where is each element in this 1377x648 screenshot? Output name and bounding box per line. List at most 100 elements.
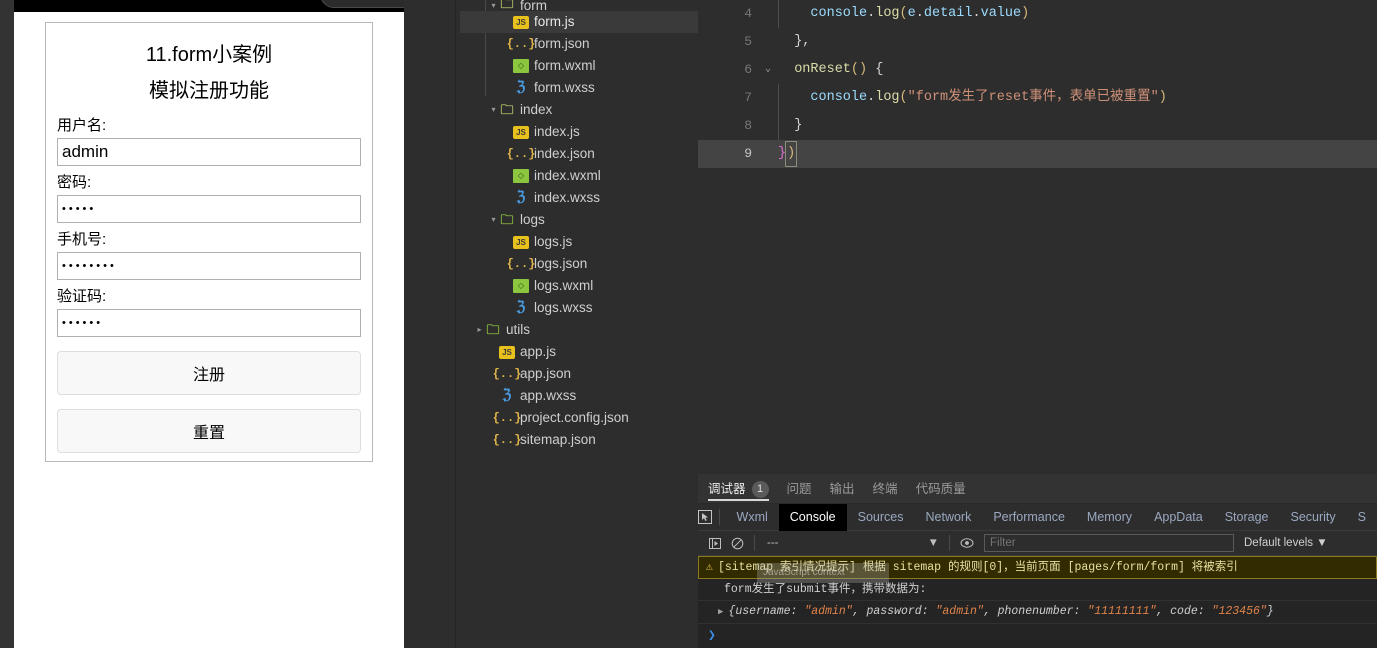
mini-program-page: 11.form小案例 模拟注册功能 用户名: 密码: 手机号: 验证码: 注册 重置 [14, 12, 404, 648]
devtools-tab-storage[interactable]: Storage [1214, 504, 1280, 531]
tree-item-form[interactable]: ▾ 🗀 form [460, 0, 698, 12]
code-token: e [907, 6, 916, 21]
live-expression-icon[interactable] [956, 532, 978, 554]
console-filter-input[interactable] [984, 534, 1234, 552]
expand-arrow-icon[interactable]: ▶ [718, 607, 723, 617]
devtools-tab-appdata[interactable]: AppData [1143, 504, 1214, 531]
tree-item-index[interactable]: ▾ 🗀 index [460, 99, 698, 121]
tree-item-form-js[interactable]: JS form.js [460, 11, 698, 33]
tree-item-logs-json[interactable]: {..} logs.json [460, 253, 698, 275]
devtools-tab-performance[interactable]: Performance [982, 504, 1076, 531]
field-input-phonenumber[interactable] [57, 252, 361, 280]
field-label-password: 密码: [57, 174, 92, 191]
devtools-top-tab-label: 调试器 [708, 481, 746, 496]
code-token: log [875, 6, 900, 21]
execute-icon[interactable] [704, 532, 726, 554]
tree-item-label: index [520, 102, 553, 117]
log-levels-selector[interactable]: Default levels ▼ [1244, 537, 1328, 549]
code-line-4[interactable]: 4 console.log(e.detail.value) [698, 0, 1377, 28]
tree-item-logs-wxss[interactable]: ℨlogs.wxss [460, 297, 698, 319]
tree-item-form-wxss[interactable]: ℨform.wxss [460, 77, 698, 99]
tree-item-label: logs.json [534, 256, 588, 271]
tree-item-form-json[interactable]: {..} form.json [460, 33, 698, 55]
tree-item-app-wxss[interactable]: ℨapp.wxss [460, 385, 698, 407]
chevron-right-icon[interactable]: ▸ [474, 319, 485, 341]
devtools-tab-wxml[interactable]: Wxml [726, 504, 779, 531]
console-warning-row[interactable]: ⚠ [sitemap 索引情况提示] 根据 sitemap 的规则[0]，当前页面… [698, 556, 1377, 579]
devtools-tab-sources[interactable]: Sources [847, 504, 915, 531]
code-line-8[interactable]: 8 } [698, 112, 1377, 140]
context-selector[interactable]: --- ▼ [767, 537, 943, 549]
tree-item-label: form.json [534, 36, 590, 51]
code-token: . [972, 6, 981, 21]
reset-button[interactable]: 重置 [57, 409, 361, 453]
devtools-top-tab-label: 终端 [872, 481, 898, 496]
field-input-code[interactable] [57, 309, 361, 337]
field-input-password[interactable] [57, 195, 361, 223]
json-file-icon: {..} [506, 147, 536, 161]
console-object-part: "admin" [935, 605, 984, 618]
form-title-line2: 模拟注册功能 [149, 80, 269, 102]
console-prompt[interactable]: ❯ [698, 624, 1377, 648]
console-object-row[interactable]: ▶ {username: "admin", password: "admin", … [698, 601, 1377, 624]
devtools-tab-network[interactable]: Network [915, 504, 983, 531]
devtools-tab-security[interactable]: Security [1280, 504, 1347, 531]
chevron-down-icon[interactable]: ▾ [488, 209, 499, 231]
devtools-top-tab-2[interactable]: 输出 [830, 474, 855, 504]
console-object-prefix: {username: [728, 605, 805, 618]
submit-button[interactable]: 注册 [57, 351, 361, 395]
devtools-top-tab-1[interactable]: 问题 [787, 474, 812, 504]
inspect-element-icon[interactable] [698, 504, 713, 531]
code-text: console.log(e.detail.value) [778, 0, 1029, 28]
code-text: console.log("form发生了reset事件，表单已被重置") [778, 84, 1166, 112]
tree-item-app-js[interactable]: JS app.js [460, 341, 698, 363]
clear-console-icon[interactable] [726, 532, 748, 554]
code-line-5[interactable]: 5 }, [698, 28, 1377, 56]
fold-toggle-icon[interactable]: ⌄ [760, 56, 776, 84]
console-object-part: "11111111" [1087, 605, 1157, 618]
chevron-down-icon[interactable]: ▾ [488, 99, 499, 121]
code-token: ) [1021, 6, 1030, 21]
tree-item-form-wxml[interactable]: ◇ form.wxml [460, 55, 698, 77]
line-number: 5 [744, 34, 752, 49]
tree-item-app-json[interactable]: {..} app.json [460, 363, 698, 385]
devtools-top-tab-label: 代码质量 [915, 481, 966, 496]
js-file-icon: JS [513, 235, 529, 249]
devtools-tab-console[interactable]: Console [778, 503, 847, 531]
code-line-9[interactable]: 9}) [698, 140, 1377, 168]
file-explorer-tree[interactable]: ▾ 🗀 form JS form.js {..} form.json ◇ form.wxml ℨf… [460, 0, 698, 648]
tree-item-sitemap-json[interactable]: {..} sitemap.json [460, 429, 698, 451]
tree-item-logs[interactable]: ▾ 🗀 logs [460, 209, 698, 231]
devtools-tab-s[interactable]: S [1347, 504, 1377, 531]
tree-item-index-js[interactable]: JS index.js [460, 121, 698, 143]
tree-item-utils[interactable]: ▸ 🗀 utils [460, 319, 698, 341]
tree-item-index-wxml[interactable]: ◇ index.wxml [460, 165, 698, 187]
field-label-phonenumber: 手机号: [57, 231, 107, 248]
tree-item-label: app.json [520, 366, 572, 381]
tree-item-logs-js[interactable]: JS logs.js [460, 231, 698, 253]
field-input-username[interactable] [57, 138, 361, 166]
tree-item-logs-wxml[interactable]: ◇ logs.wxml [460, 275, 698, 297]
code-token: log [875, 90, 900, 105]
simulator-panel: 11.form小案例 模拟注册功能 用户名: 密码: 手机号: 验证码: 注册 重置 [0, 0, 416, 648]
console-log-row[interactable]: form发生了submit事件，携带数据为: [698, 579, 1377, 601]
devtools-tab-memory[interactable]: Memory [1076, 504, 1143, 531]
tree-item-project-config-json[interactable]: {..} project.config.json [460, 407, 698, 429]
devtools-top-tab-4[interactable]: 代码质量 [916, 474, 966, 504]
chevron-down-icon[interactable]: ▾ [488, 0, 499, 11]
devtools-top-tab-label: 输出 [829, 481, 855, 496]
wxss-file-icon: ℨ [502, 388, 512, 403]
devtools-panel: 调试器 1 问题 输出 终端 代码质量 Wxml Console Sources Network… [698, 474, 1377, 648]
line-number: 4 [744, 6, 752, 21]
tree-item-index-wxss[interactable]: ℨindex.wxss [460, 187, 698, 209]
json-file-icon: {..} [506, 37, 536, 51]
devtools-top-tab-3[interactable]: 终端 [873, 474, 898, 504]
code-line-6[interactable]: 6 ⌄ onReset() { [698, 56, 1377, 84]
devtools-top-tab-0[interactable]: 调试器 1 [708, 474, 769, 504]
console-output[interactable]: ⚠ [sitemap 索引情况提示] 根据 sitemap 的规则[0]，当前页面… [698, 556, 1377, 648]
toolbar-divider [718, 509, 720, 525]
tree-item-index-json[interactable]: {..} index.json [460, 143, 698, 165]
code-editor[interactable]: 4 console.log(e.detail.value) 5 }, 6 ⌄ onRe… [698, 0, 1377, 474]
code-line-7[interactable]: 7 console.log("form发生了reset事件，表单已被重置") [698, 84, 1377, 112]
